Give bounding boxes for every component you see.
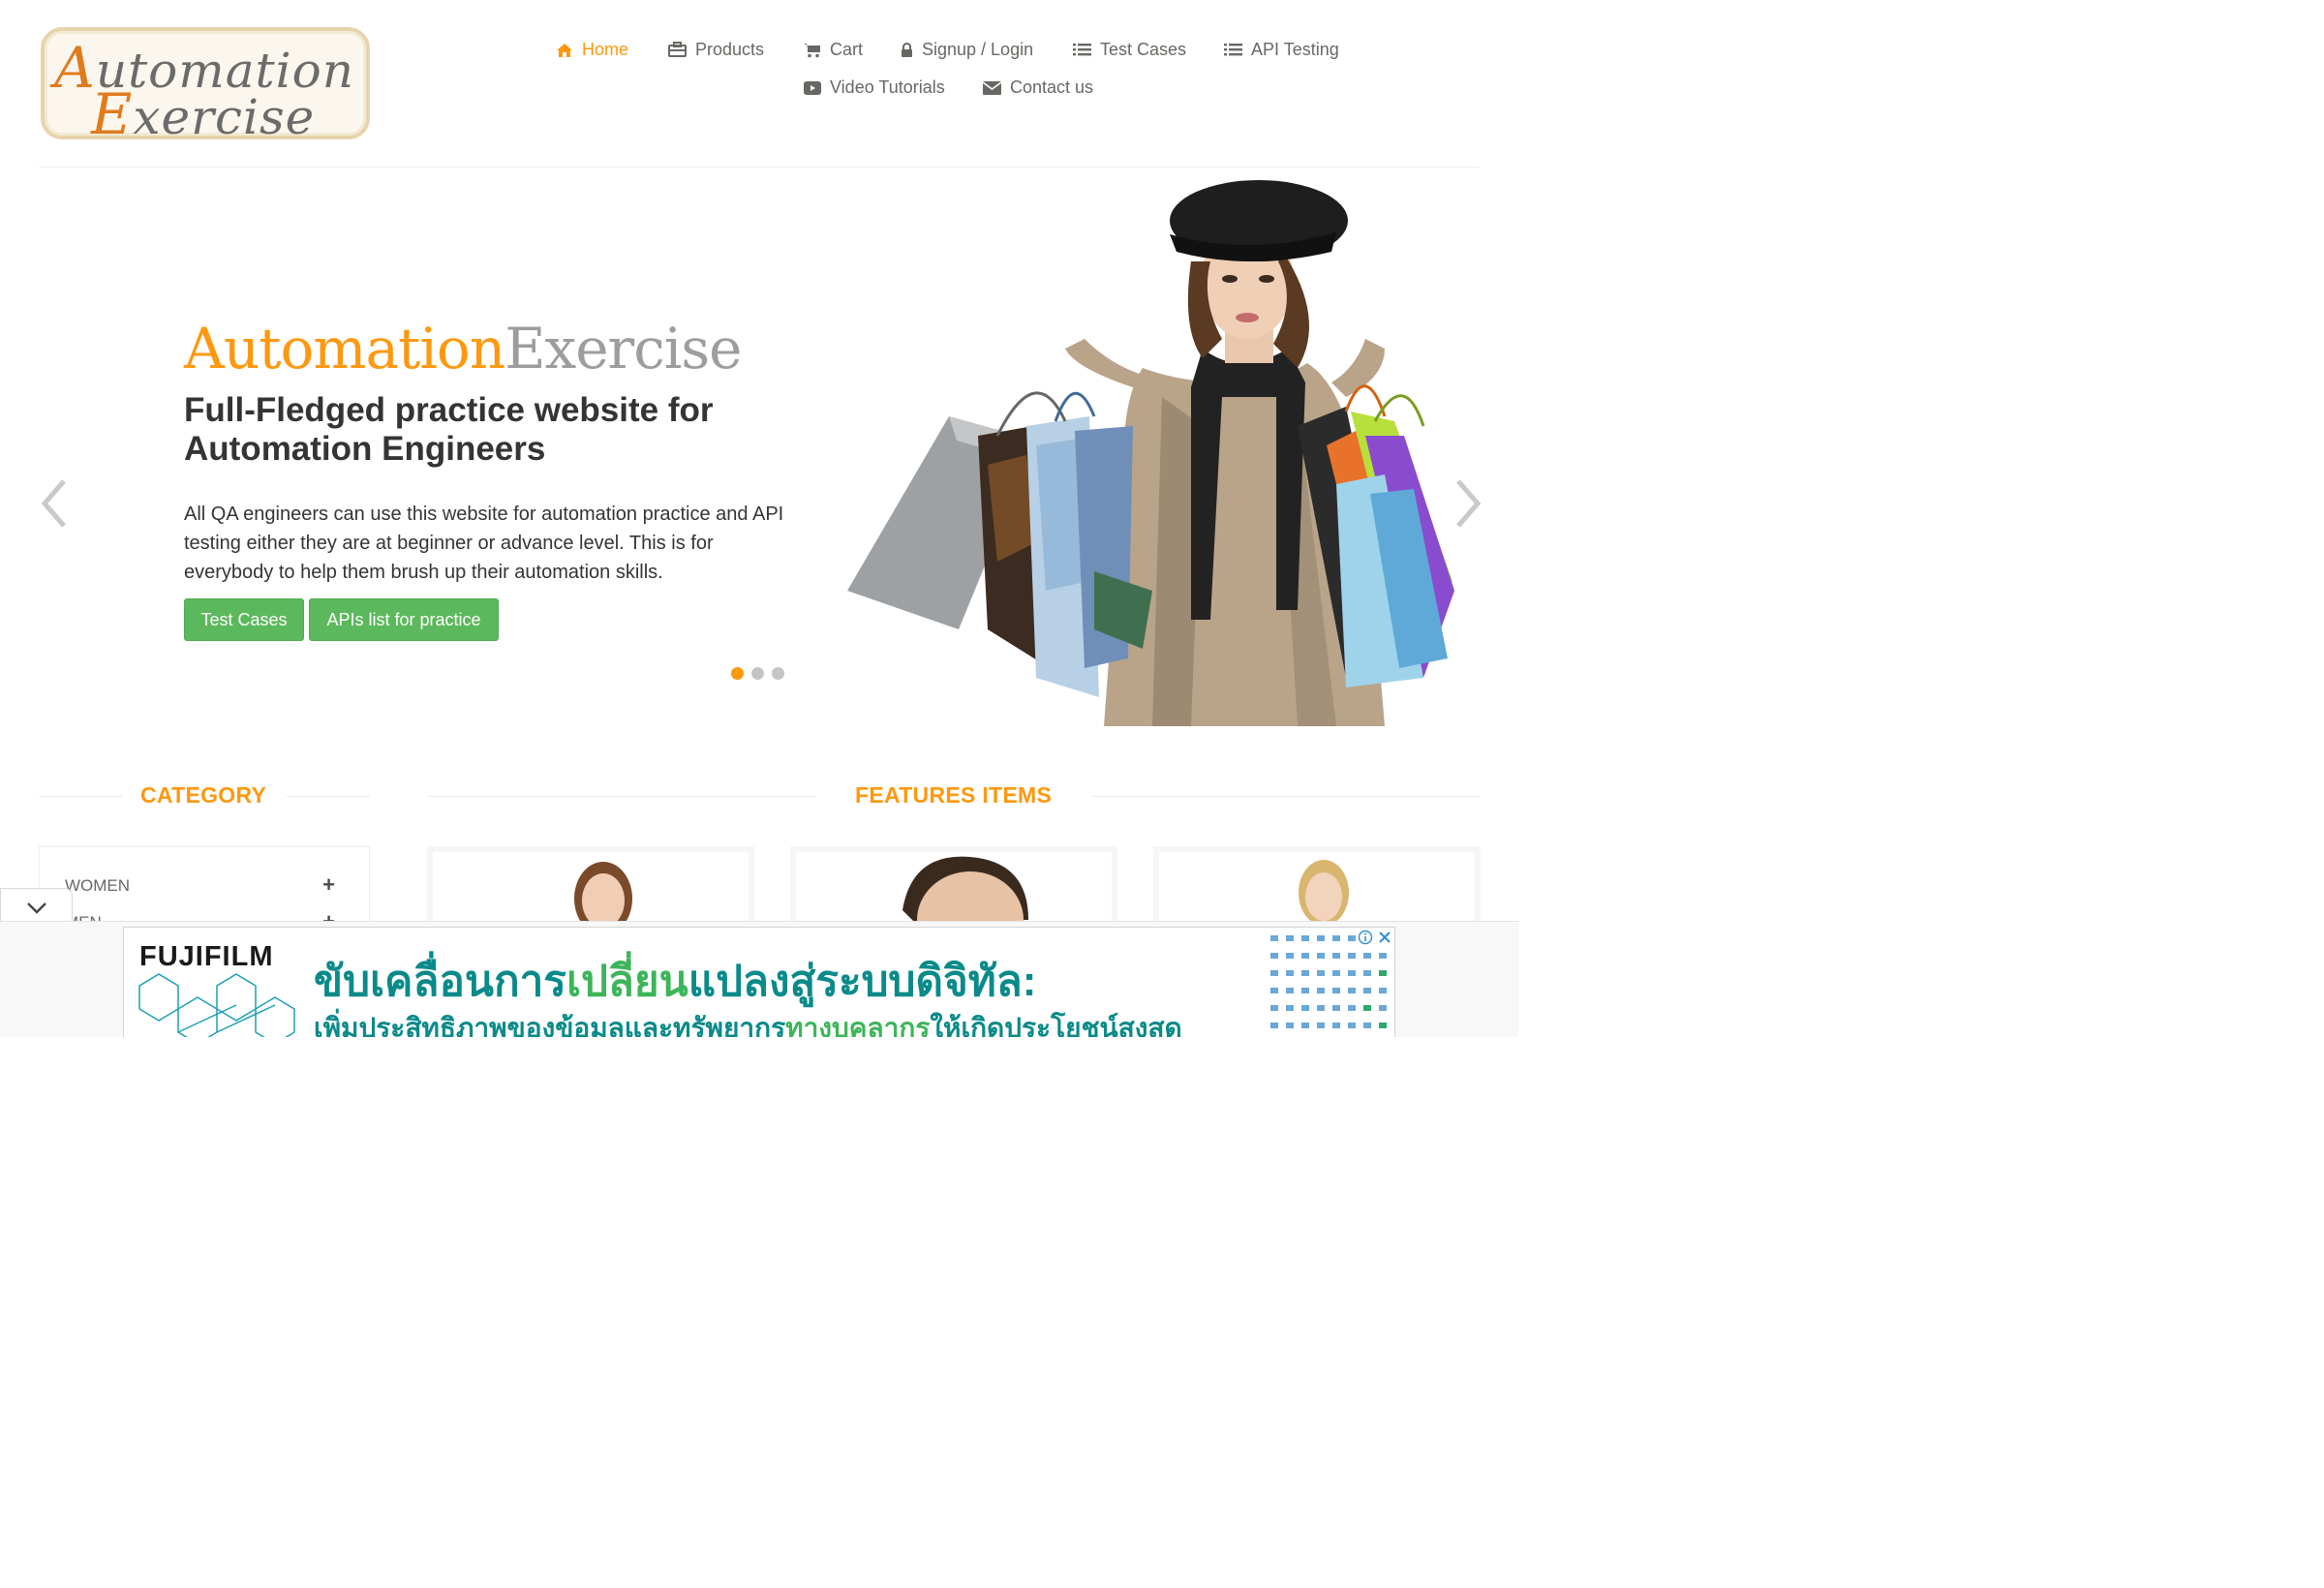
- ad-dot-pattern: [1270, 935, 1387, 1028]
- hexagon-pattern: [138, 973, 295, 1037]
- carousel-dot-3[interactable]: [772, 667, 784, 680]
- main-nav: Home Products Cart Signup / Login Test C…: [0, 0, 1518, 116]
- chevron-down-icon: [27, 902, 46, 914]
- home-icon: [557, 43, 572, 57]
- carousel-dot-2[interactable]: [751, 667, 764, 680]
- carousel-dot-1[interactable]: [731, 667, 744, 680]
- ad-controls: [1358, 930, 1392, 945]
- ad-collapse-tab[interactable]: [0, 888, 73, 923]
- category-heading-line-left: [39, 796, 122, 797]
- hero-brand: AutomationExercise: [184, 316, 742, 382]
- features-heading: FEATURES ITEMS: [855, 782, 1053, 808]
- test-cases-button[interactable]: Test Cases: [184, 598, 304, 641]
- close-icon[interactable]: [1377, 930, 1392, 945]
- features-heading-line-right: [1092, 796, 1480, 797]
- info-icon[interactable]: [1358, 930, 1373, 945]
- hero-title: Full-Fledged practice website for Automa…: [184, 391, 714, 468]
- header-divider: [39, 167, 1480, 168]
- nav-video-tutorials[interactable]: Video Tutorials: [804, 77, 945, 98]
- list-icon: [1073, 44, 1091, 56]
- site-header: Automation Exercise Home Products Cart S…: [0, 0, 1518, 168]
- nav-signup-login[interactable]: Signup / Login: [901, 40, 1033, 60]
- briefcase-icon: [668, 42, 687, 57]
- hero-description: All QA engineers can use this website fo…: [184, 504, 784, 583]
- nav-cart[interactable]: Cart: [804, 40, 863, 60]
- category-heading: CATEGORY: [140, 782, 267, 808]
- ad-subline: เพิ่มประสิทธิภาพของข้อมูลและทรัพยากรทางบ…: [314, 1013, 1182, 1037]
- youtube-play-icon: [804, 80, 821, 95]
- list-icon: [1224, 44, 1242, 56]
- carousel-indicators: [731, 667, 784, 680]
- cart-icon: [804, 43, 820, 57]
- category-heading-line-right: [287, 796, 370, 797]
- ad-headline: ขับเคลื่อนการเปลี่ยนแปลงสู่ระบบดิจิทัล:: [314, 958, 1037, 1005]
- ad-banner[interactable]: FUJIFILM ขับเคลื่อนการเปลี่ยนแปลงสู่ระบบ…: [123, 927, 1395, 1037]
- nav-contact-us[interactable]: Contact us: [983, 77, 1093, 98]
- nav-test-cases[interactable]: Test Cases: [1073, 40, 1186, 60]
- nav-home[interactable]: Home: [556, 40, 628, 60]
- carousel-prev-arrow[interactable]: [37, 477, 72, 530]
- nav-api-testing[interactable]: API Testing: [1224, 40, 1339, 60]
- envelope-icon: [983, 80, 1001, 95]
- category-item-women[interactable]: WOMEN: [65, 876, 130, 896]
- nav-products[interactable]: Products: [668, 40, 764, 60]
- features-heading-line-left: [428, 796, 815, 797]
- hero-shopping-woman-image: [847, 180, 1454, 726]
- plus-icon[interactable]: +: [322, 872, 335, 898]
- apis-list-button[interactable]: APIs list for practice: [309, 598, 499, 641]
- lock-icon: [902, 42, 912, 57]
